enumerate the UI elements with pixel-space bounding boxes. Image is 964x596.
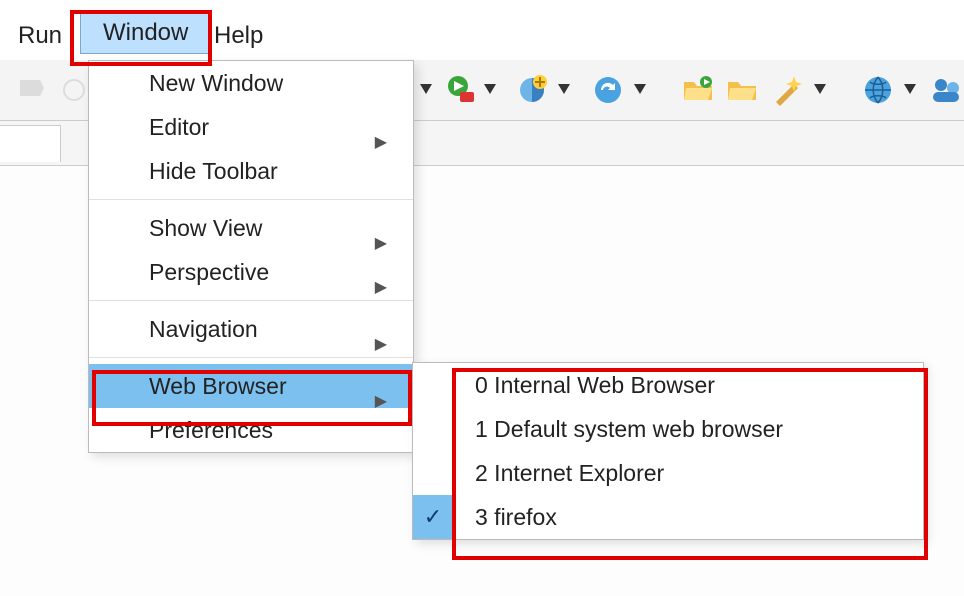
globe-icon[interactable] [862, 74, 894, 106]
menu-editor[interactable]: Editor▶ [89, 105, 413, 149]
toolbar-dropdown-caret[interactable] [420, 84, 432, 94]
menu-web-browser[interactable]: Web Browser▶ [89, 364, 413, 408]
browser-option-default-system[interactable]: 1 Default system web browser [413, 407, 923, 451]
check-icon: ✓ [413, 495, 453, 539]
menu-item-label: Editor [149, 114, 209, 140]
menu-item-label: 1 Default system web browser [475, 416, 783, 442]
toolbar-dropdown-caret[interactable] [634, 84, 646, 94]
menu-window[interactable]: Window [80, 12, 211, 54]
menu-hide-toolbar[interactable]: Hide Toolbar [89, 149, 413, 193]
folder-icon[interactable] [726, 74, 758, 106]
menu-separator [89, 357, 413, 358]
submenu-arrow-icon: ▶ [375, 266, 387, 310]
browser-option-ie[interactable]: 2 Internet Explorer [413, 451, 923, 495]
menu-perspective[interactable]: Perspective▶ [89, 250, 413, 294]
editor-tab-stub [0, 125, 61, 162]
browser-option-firefox[interactable]: ✓ 3 firefox [413, 495, 923, 539]
menu-item-label: New Window [149, 70, 283, 96]
toolbar-ghost-icon [18, 76, 46, 104]
window-menu-dropdown: New Window Editor▶ Hide Toolbar Show Vie… [88, 60, 414, 453]
menu-run[interactable]: Run [18, 22, 62, 50]
menu-navigation[interactable]: Navigation▶ [89, 307, 413, 351]
menu-item-label: Web Browser [149, 373, 287, 399]
sync-icon[interactable] [592, 74, 624, 106]
menu-item-label: Show View [149, 215, 262, 241]
toolbar-dropdown-caret[interactable] [814, 84, 826, 94]
browser-option-internal[interactable]: 0 Internal Web Browser [413, 363, 923, 407]
submenu-arrow-icon: ▶ [375, 323, 387, 367]
menu-item-label: 3 firefox [475, 504, 557, 530]
menu-item-label: Preferences [149, 417, 273, 443]
menu-item-label: 0 Internal Web Browser [475, 372, 715, 398]
web-browser-submenu: 0 Internal Web Browser 1 Default system … [412, 362, 924, 540]
toolbar-ghost-icon [60, 76, 88, 104]
menu-new-window[interactable]: New Window [89, 61, 413, 105]
wand-icon[interactable] [772, 74, 804, 106]
menu-item-label: Navigation [149, 316, 258, 342]
menu-help[interactable]: Help [214, 22, 263, 50]
menu-separator [89, 199, 413, 200]
menu-item-label: Hide Toolbar [149, 158, 278, 184]
toolbar-dropdown-caret[interactable] [558, 84, 570, 94]
menu-separator [89, 300, 413, 301]
menubar: Run Window Help [0, 0, 964, 61]
toolbar-dropdown-caret[interactable] [904, 84, 916, 94]
run-external-icon[interactable] [444, 74, 476, 106]
folder-open-icon[interactable] [682, 74, 714, 106]
menu-item-label: Perspective [149, 259, 269, 285]
new-server-icon[interactable] [516, 74, 548, 106]
menu-preferences[interactable]: Preferences [89, 408, 413, 452]
menu-show-view[interactable]: Show View▶ [89, 206, 413, 250]
toolbar-dropdown-caret[interactable] [484, 84, 496, 94]
menu-item-label: 2 Internet Explorer [475, 460, 664, 486]
team-icon[interactable] [930, 74, 962, 106]
